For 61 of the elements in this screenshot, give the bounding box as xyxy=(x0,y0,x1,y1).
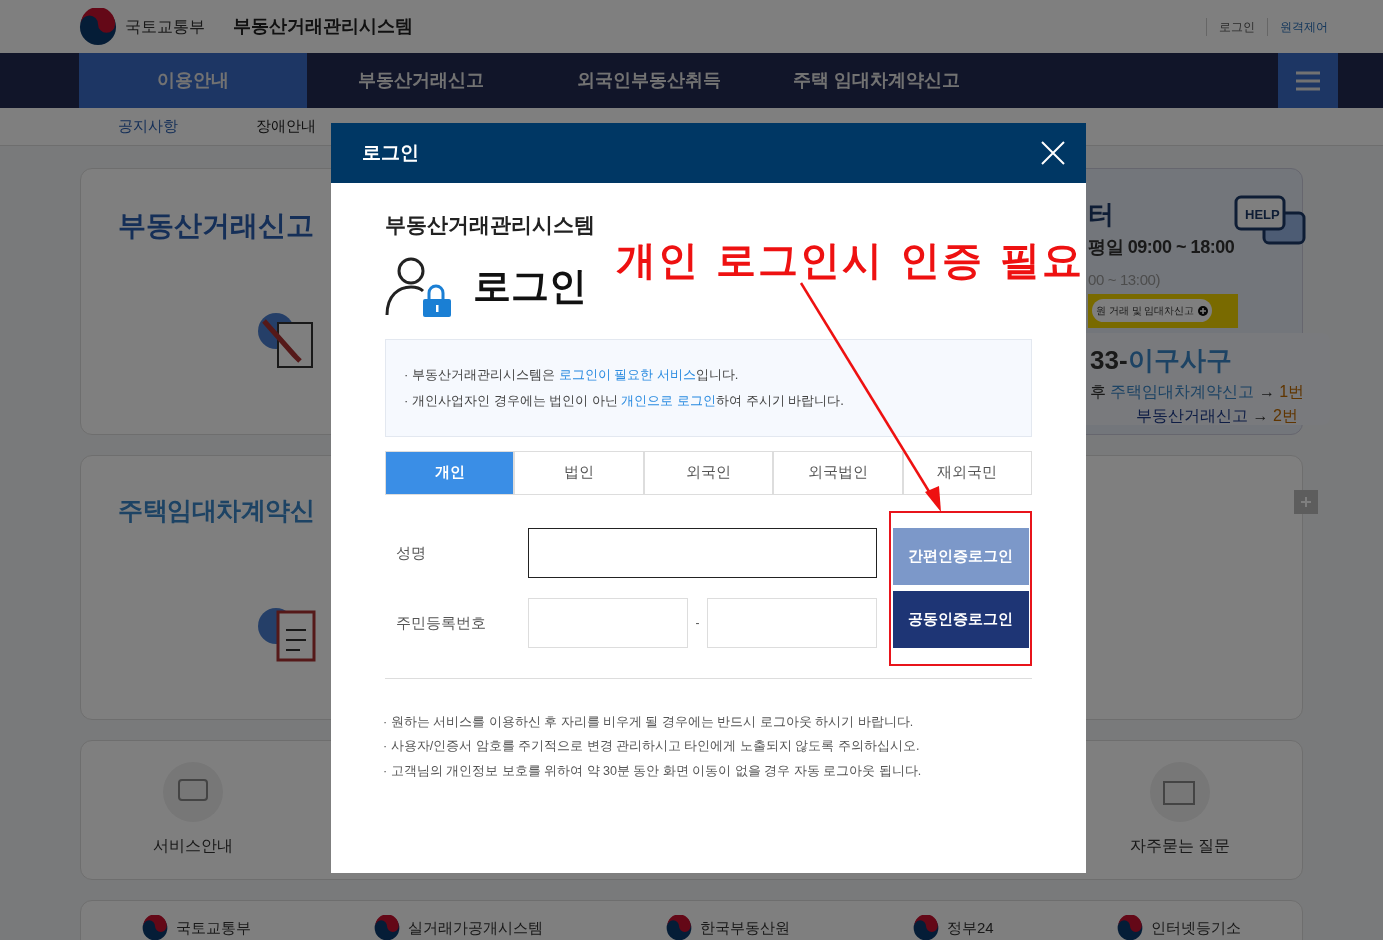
footer-logo-text[interactable]: 한국부동산원 xyxy=(700,916,791,940)
notice-text: · 고객님의 개인정보 보호를 위하여 약 30분 동안 화면 이동이 없을 경우 자동 로그아웃 됩니다. xyxy=(383,763,923,780)
emblem-icon xyxy=(79,7,117,46)
subnav-link[interactable]: 공지사항 xyxy=(118,115,178,138)
notice-text: · 사용자/인증서 암호를 주기적으로 변경 관리하시고 타인에게 노출되지 않도록 주의하십시오. xyxy=(383,738,921,756)
faq-label: 자주묻는 질문 xyxy=(1129,836,1230,856)
banner-label: 원 거래 및 임대차신고 xyxy=(1092,299,1213,322)
menu-icon xyxy=(1295,70,1321,91)
header-link[interactable]: 로그인 xyxy=(1206,17,1255,36)
dialog-title: 로그인 xyxy=(362,140,419,165)
pencil-document-icon xyxy=(256,311,316,371)
certificate-login-button[interactable]: 간편인증로그인 xyxy=(892,528,1029,585)
help-hours: 평일 09:00 ~ 18:00 xyxy=(1088,236,1235,259)
footer-logo-text[interactable]: 인터넷등기소 xyxy=(1150,916,1241,940)
system-title: 부동산거래관리시스템 xyxy=(385,212,596,238)
banner[interactable]: 원 거래 및 임대차신고 xyxy=(1088,293,1238,328)
id-front-input[interactable] xyxy=(528,598,688,648)
nav-tab[interactable]: 외국인부동산취득 xyxy=(535,53,763,108)
card-title: 주택임대차계약신 xyxy=(118,495,314,526)
info-text: · 개인사업자인 경우에는 법인이 아닌 개인으로 로그인하여 주시기 바랍니다. xyxy=(404,391,845,410)
field-label: 성명 xyxy=(395,542,427,563)
service-label: 서비스안내 xyxy=(153,836,233,856)
plus-icon xyxy=(1198,305,1209,316)
name-input[interactable] xyxy=(528,528,877,578)
subnav-link[interactable]: 장애안내 xyxy=(256,115,316,138)
close-icon xyxy=(1041,141,1065,165)
login-heading: 로그인 xyxy=(473,264,587,309)
footer-logo-text[interactable]: 정부24 xyxy=(947,916,994,940)
login-type-tab[interactable]: 법인 xyxy=(514,450,644,495)
certificate-login-button[interactable]: 공동인증로그인 xyxy=(892,591,1029,648)
emblem-icon xyxy=(666,915,693,940)
emblem-icon xyxy=(142,915,169,940)
notice-text: · 원하는 서비스를 이용하신 후 자리를 비우게 될 경우에는 반드시 로그아웃 하시기 바랍니다. xyxy=(383,713,915,731)
plus-icon xyxy=(1300,496,1312,508)
footer-logo-text[interactable]: 실거래가공개시스템 xyxy=(408,916,544,940)
annotation-text: 개인 로그인시 인증 필요 xyxy=(616,236,1084,285)
emblem-icon xyxy=(913,915,939,940)
nav-tab[interactable]: 이용안내 xyxy=(79,53,307,108)
ministry-name: 국토교통부 xyxy=(125,16,205,37)
login-type-tab[interactable]: 재외국민 xyxy=(902,450,1033,495)
emblem-icon xyxy=(1116,915,1143,940)
footer-logo-text[interactable]: 국토교통부 xyxy=(176,916,252,940)
system-name: 부동산거래관리시스템 xyxy=(233,15,413,38)
emblem-icon xyxy=(374,915,401,940)
id-separator: - xyxy=(694,615,701,632)
nav-tab[interactable]: 주택 임대차계약신고 xyxy=(763,53,991,108)
info-text: · 부동산거래관리시스템은 로그인이 필요한 서비스입니다. xyxy=(404,366,740,384)
expand-button[interactable] xyxy=(1294,490,1318,514)
help-title: 터 xyxy=(1088,198,1115,231)
login-type-tab[interactable]: 개인 xyxy=(385,450,515,495)
phone-guide: 후 주택임대차계약신고 → 1번 xyxy=(1090,382,1306,402)
header-link[interactable]: 원격제어 xyxy=(1267,17,1328,36)
menu-button[interactable] xyxy=(1278,53,1338,108)
field-label: 주민등록번호 xyxy=(395,612,487,633)
login-type-tab[interactable]: 외국법인 xyxy=(773,450,903,495)
card-title: 부동산거래신고 xyxy=(118,209,314,243)
login-type-tab[interactable]: 외국인 xyxy=(643,450,774,495)
phone-number: 33-이구사구 xyxy=(1090,344,1233,377)
id-back-input[interactable] xyxy=(707,598,877,648)
nav-tab[interactable]: 부동산거래신고 xyxy=(307,53,535,108)
phone-guide: 부동산거래신고 → 2번 xyxy=(1135,406,1299,426)
